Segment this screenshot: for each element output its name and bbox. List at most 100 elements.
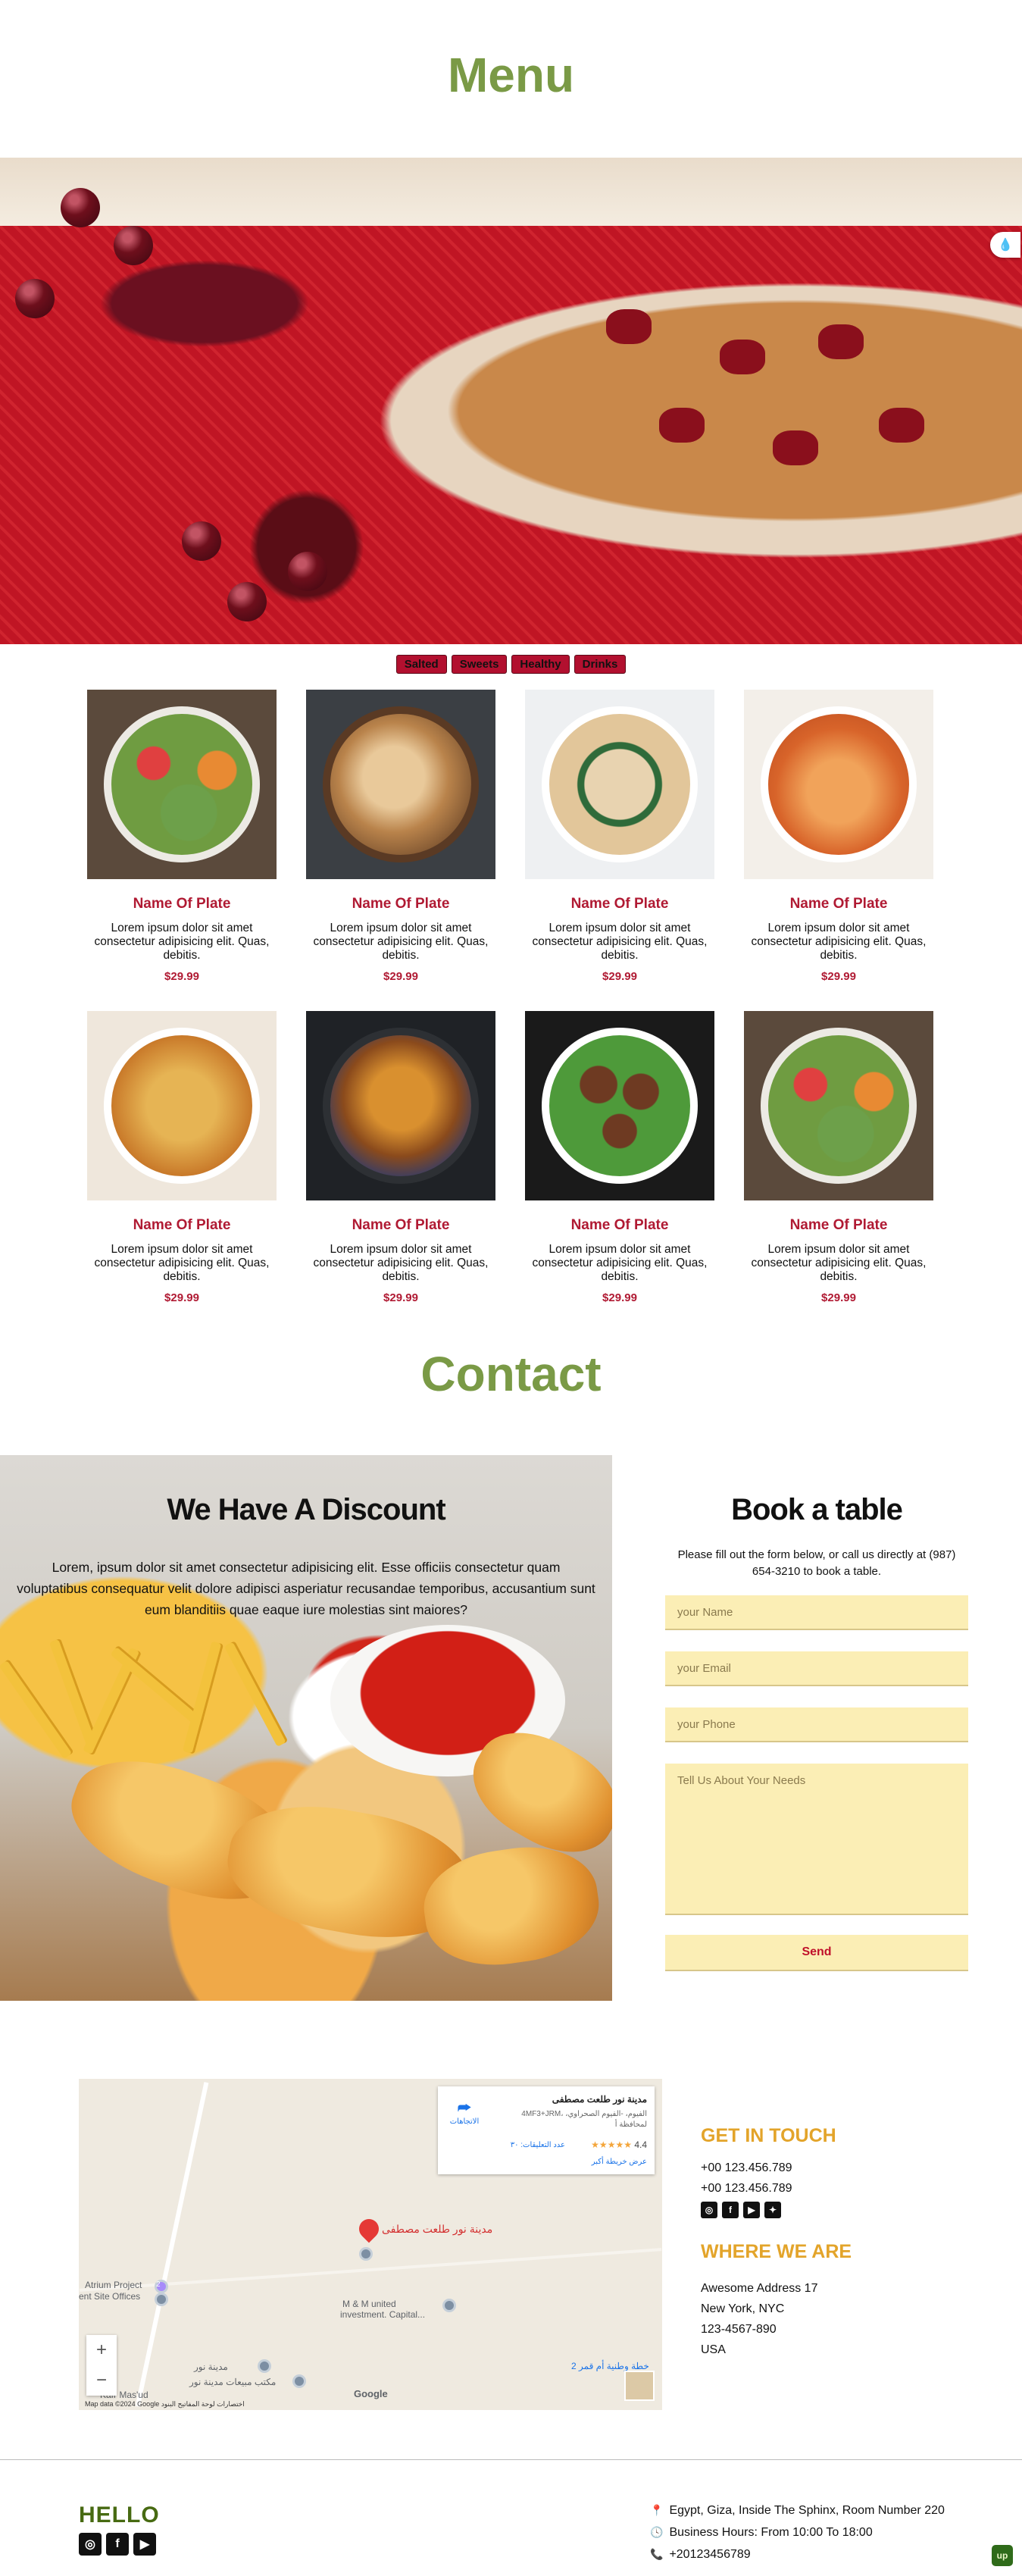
plate-name: Name Of Plate (352, 896, 450, 912)
youtube-icon[interactable]: ▶ (743, 2202, 760, 2218)
plate-price: $29.99 (602, 970, 637, 983)
map-directions-link[interactable]: ⮫ الاتجاهات (445, 2100, 483, 2126)
plate-price: $29.99 (602, 1291, 637, 1304)
address-line: Awesome Address 17 (701, 2282, 818, 2295)
map-poi-icon[interactable] (258, 2359, 271, 2373)
plate-image (744, 1011, 933, 1200)
filter-salted[interactable]: Salted (395, 655, 447, 674)
cherry (61, 188, 100, 227)
footer-hours: Business Hours: From 10:00 To 18:00 (669, 2526, 873, 2539)
cherry (114, 226, 153, 265)
plate-image (744, 690, 933, 879)
map-larger-link[interactable]: عرض خريطة أكبر (592, 2158, 647, 2166)
menu-card: Name Of Plate Lorem ipsum dolor sit amet… (525, 1011, 714, 1304)
plate-name: Name Of Plate (352, 1217, 450, 1233)
plate-price: $29.99 (821, 970, 856, 983)
plate-image (306, 690, 495, 879)
plate-description: Lorem ipsum dolor sit amet consectetur a… (751, 1243, 927, 1283)
filter-sweets[interactable]: Sweets (451, 655, 508, 674)
pie-vent (720, 340, 765, 374)
plate-image (525, 1011, 714, 1200)
plate-name: Name Of Plate (133, 1217, 231, 1233)
plate-image (306, 1011, 495, 1200)
scroll-up-button[interactable]: up (992, 2545, 1013, 2566)
discount-banner: We Have A Discount Lorem, ipsum dolor si… (0, 1455, 612, 2001)
menu-card: Name Of Plate Lorem ipsum dolor sit amet… (744, 690, 933, 983)
footer-divider (0, 2459, 1022, 2460)
map-label: مكتب مبيعات مدينة نور (189, 2377, 277, 2387)
address-line: 123-4567-890 (701, 2323, 777, 2336)
instagram-icon[interactable]: ◎ (701, 2202, 717, 2218)
facebook-icon[interactable]: f (722, 2202, 739, 2218)
fry (182, 1641, 224, 1754)
map-place-card: ⮫ الاتجاهات مدينة نور طلعت مصطفى 4MF3+JRM… (438, 2086, 655, 2174)
map-place-address: 4MF3+JRM، الفيوم، -الفيوم الصحراوي، لمحا… (521, 2110, 647, 2129)
map-satellite-toggle[interactable] (624, 2371, 655, 2401)
map-road (135, 2082, 209, 2407)
zoom-out-button[interactable]: − (86, 2365, 117, 2396)
pie-vent (659, 408, 705, 443)
contact-title: Contact (420, 1347, 602, 1401)
map-attribution[interactable]: Map data ©2024 Google اختصارات لوحة المف… (85, 2400, 245, 2409)
footer-phone: +20123456789 (669, 2548, 751, 2561)
map-poi-icon[interactable] (359, 2247, 373, 2261)
plate-description: Lorem ipsum dolor sit amet consectetur a… (94, 922, 270, 962)
footer-address: Egypt, Giza, Inside The Sphinx, Room Num… (669, 2504, 945, 2517)
map-label: Atrium Project (85, 2280, 142, 2290)
facebook-icon[interactable]: f (106, 2533, 129, 2556)
cherry (182, 521, 221, 561)
filter-healthy[interactable]: Healthy (511, 655, 570, 674)
map-rating: ★★★★★ 4.4 (591, 2139, 647, 2150)
plate-image (87, 690, 277, 879)
rating-stars-icon: ★★★★★ (591, 2139, 632, 2150)
zoom-in-button[interactable]: + (86, 2335, 117, 2365)
filter-drinks[interactable]: Drinks (574, 655, 627, 674)
discount-text: Lorem, ipsum dolor sit amet consectetur … (17, 1560, 595, 1617)
footer-info: 📍 Egypt, Giza, Inside The Sphinx, Room Nu… (650, 2499, 945, 2565)
fry (223, 1641, 289, 1747)
map-pin-icon[interactable] (355, 2214, 383, 2243)
plate-name: Name Of Plate (133, 896, 231, 912)
plate-description: Lorem ipsum dolor sit amet consectetur a… (532, 922, 708, 962)
contact-info: GET IN TOUCH +00 123.456.789 +00 123.456… (701, 2125, 989, 2357)
pie-vent (818, 324, 864, 359)
email-input[interactable] (665, 1651, 968, 1686)
map-badge: 2 (156, 2280, 161, 2289)
pie-vent (773, 430, 818, 465)
plate-price: $29.99 (164, 1291, 199, 1304)
footer-logo: HELLO (79, 2502, 160, 2527)
plate-description: Lorem ipsum dolor sit amet consectetur a… (94, 1243, 270, 1283)
plate-description: Lorem ipsum dolor sit amet consectetur a… (532, 1243, 708, 1283)
youtube-icon[interactable]: ▶ (133, 2533, 156, 2556)
cherry (227, 582, 267, 621)
plate-description: Lorem ipsum dolor sit amet consectetur a… (313, 922, 489, 962)
twitter-icon[interactable]: ✦ (764, 2202, 781, 2218)
plate-price: $29.99 (383, 970, 418, 983)
needs-textarea[interactable] (665, 1764, 968, 1915)
map-poi-icon[interactable] (155, 2293, 168, 2306)
map-label: خطة وطنية أم قمر 2 (571, 2361, 649, 2371)
phone-icon: 📞 (650, 2548, 664, 2560)
plate-image (87, 1011, 277, 1200)
address-line: New York, NYC (701, 2302, 785, 2315)
embedded-map[interactable]: ⮫ الاتجاهات مدينة نور طلعت مصطفى 4MF3+JRM… (79, 2079, 662, 2410)
map-zoom-controls: + − (86, 2335, 117, 2396)
menu-title: Menu (447, 48, 575, 102)
directions-icon: ⮫ (457, 2100, 472, 2117)
plate-description: Lorem ipsum dolor sit amet consectetur a… (751, 922, 927, 962)
map-poi-icon[interactable] (292, 2374, 306, 2388)
instagram-icon[interactable]: ◎ (79, 2533, 102, 2556)
map-place-name: مدينة نور طلعت مصطفى (552, 2094, 647, 2105)
map-reviews-link[interactable]: عدد التعليقات: ٣٠ (511, 2141, 565, 2149)
map-poi-icon[interactable] (442, 2299, 456, 2312)
send-button[interactable]: Send (665, 1935, 968, 1971)
menu-card: Name Of Plate Lorem ipsum dolor sit amet… (87, 1011, 277, 1304)
menu-card: Name Of Plate Lorem ipsum dolor sit amet… (525, 690, 714, 983)
name-input[interactable] (665, 1595, 968, 1630)
cherry (15, 279, 55, 318)
address-line: USA (701, 2343, 726, 2356)
social-links: ◎ f ▶ ✦ (701, 2202, 989, 2218)
clock-icon: 🕓 (650, 2526, 664, 2538)
phone-input[interactable] (665, 1707, 968, 1742)
accessibility-drop-icon[interactable]: 💧 (990, 232, 1020, 258)
